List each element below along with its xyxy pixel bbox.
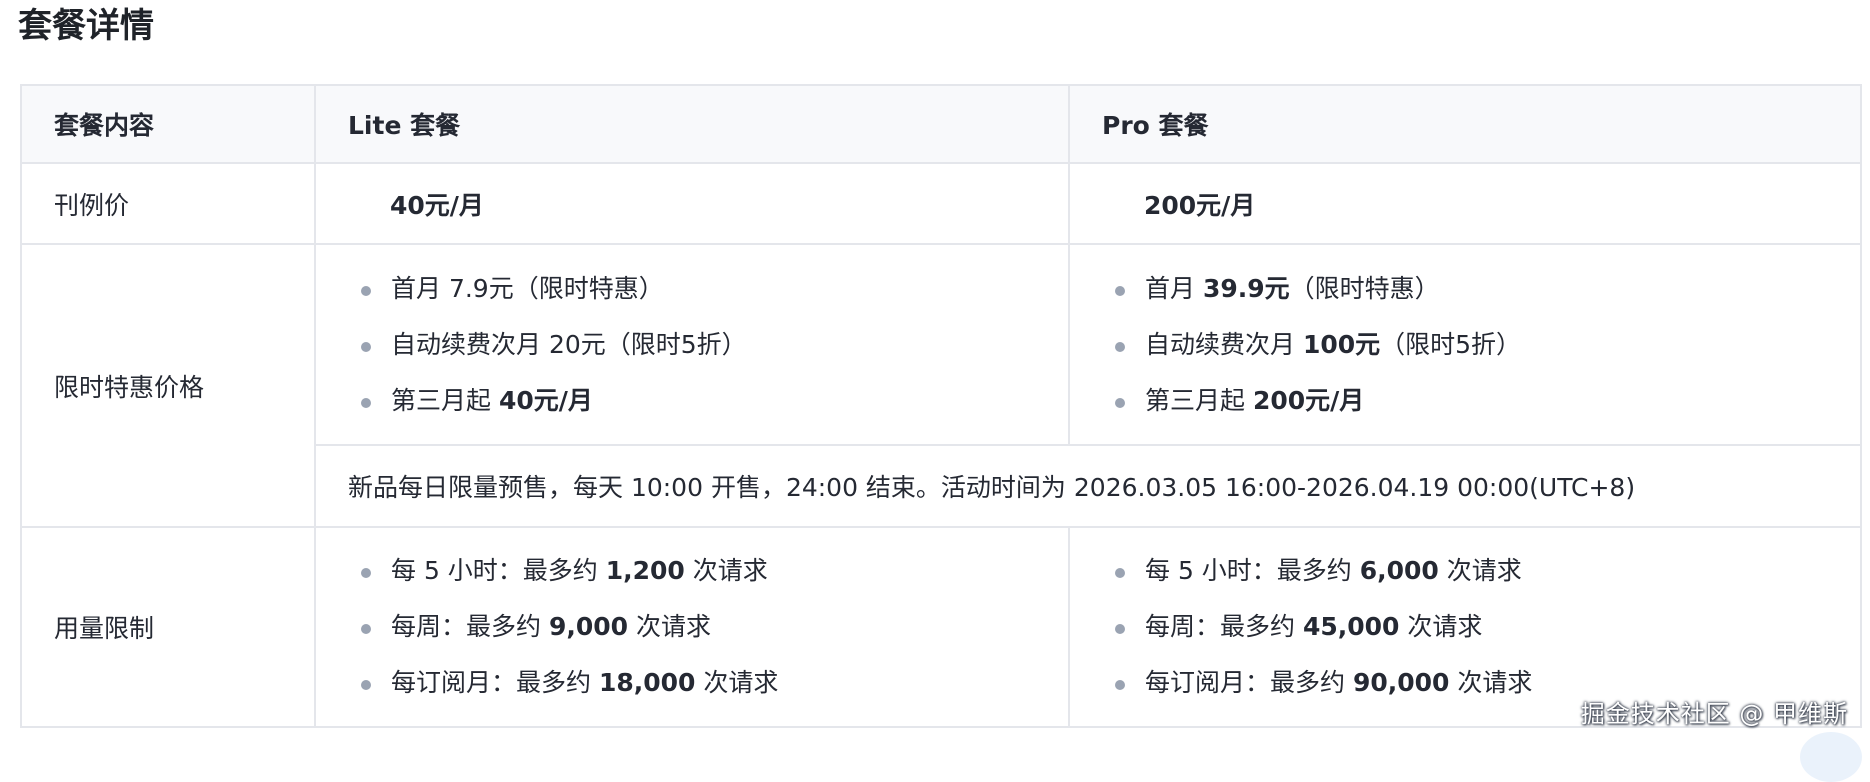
item-text: 每周：最多约	[1145, 612, 1303, 641]
header-plan-content: 套餐内容	[20, 84, 316, 164]
watermark: 掘金技术社区 @ 甲维斯	[1580, 700, 1848, 728]
item-text: 每订阅月：最多约	[1145, 668, 1353, 697]
pro-regular-price: 200元/月	[1068, 162, 1862, 245]
table-row-promo-price: 限时特惠价格 首月 7.9元（限时特惠） 自动续费次月 20元（限时5折） 第三月起…	[20, 243, 1862, 528]
item-highlight: 90,000	[1352, 668, 1450, 697]
lite-usage-cell: 每 5 小时：最多约 1,200 次请求 每周：最多约 9,000 次请求 每订阅月…	[314, 526, 1070, 728]
table-header-row: 套餐内容 Lite 套餐 Pro 套餐	[20, 84, 1862, 164]
item-text: 每订阅月：最多约	[391, 668, 599, 697]
item-text: 自动续费次月	[1145, 329, 1303, 359]
item-text: 每 5 小时：最多约	[391, 556, 606, 585]
item-highlight: 100元	[1302, 329, 1381, 359]
row-label-promo-price: 限时特惠价格	[20, 243, 316, 528]
list-item: 每周：最多约 45,000 次请求	[1115, 599, 1859, 655]
promo-note: 新品每日限量预售，每天 10:00 开售，24:00 结束。活动时间为 2026…	[314, 444, 1862, 528]
lite-regular-price: 40元/月	[314, 162, 1070, 245]
pro-promo-cell: 首月 39.9元（限时特惠） 自动续费次月 100元（限时5折） 第三月起 200元…	[1068, 243, 1862, 446]
item-text: 第三月起	[1145, 385, 1253, 415]
page-title: 套餐详情	[18, 6, 154, 46]
item-suffix: 次请求	[1399, 612, 1483, 641]
list-item: 第三月起 40元/月	[361, 373, 1067, 429]
item-highlight: 39.9元	[1202, 273, 1290, 303]
item-suffix: 次请求	[628, 612, 711, 641]
item-text: 自动续费次月 20元（限时5折）	[391, 329, 747, 359]
lite-usage-list: 每 5 小时：最多约 1,200 次请求 每周：最多约 9,000 次请求 每订阅月…	[317, 543, 1067, 711]
list-item: 首月 7.9元（限时特惠）	[361, 261, 1067, 317]
item-suffix: 次请求	[1449, 668, 1533, 697]
table-row-regular-price: 刊例价 40元/月 200元/月	[20, 162, 1862, 245]
item-highlight: 18,000	[598, 668, 696, 697]
item-highlight: 1,200	[605, 556, 685, 585]
lite-promo-list: 首月 7.9元（限时特惠） 自动续费次月 20元（限时5折） 第三月起 40元/月	[317, 261, 1067, 429]
item-text: 首月 7.9元（限时特惠）	[391, 273, 664, 303]
list-item: 自动续费次月 20元（限时5折）	[361, 317, 1067, 373]
item-text: 第三月起	[391, 385, 499, 415]
item-suffix: （限时5折）	[1380, 329, 1522, 359]
list-item: 首月 39.9元（限时特惠）	[1115, 261, 1859, 317]
row-label-usage-limit: 用量限制	[20, 526, 316, 728]
header-pro-plan: Pro 套餐	[1068, 84, 1862, 164]
pro-usage-list: 每 5 小时：最多约 6,000 次请求 每周：最多约 45,000 次请求 每订阅…	[1071, 543, 1859, 711]
item-text: 每周：最多约	[391, 612, 549, 641]
list-item: 自动续费次月 100元（限时5折）	[1115, 317, 1859, 373]
item-highlight: 9,000	[548, 612, 629, 641]
lite-promo-cell: 首月 7.9元（限时特惠） 自动续费次月 20元（限时5折） 第三月起 40元/月	[314, 243, 1070, 446]
list-item: 每周：最多约 9,000 次请求	[361, 599, 1067, 655]
item-highlight: 6,000	[1359, 556, 1439, 585]
item-text: 首月	[1145, 273, 1203, 303]
item-highlight: 40元/月	[498, 385, 593, 415]
corner-decoration	[1800, 732, 1862, 782]
item-text: 每 5 小时：最多约	[1145, 556, 1360, 585]
item-suffix: 次请求	[1438, 556, 1522, 585]
item-suffix: 次请求	[695, 668, 779, 697]
item-highlight: 45,000	[1302, 612, 1400, 641]
row-label-regular-price: 刊例价	[20, 162, 316, 245]
header-lite-plan: Lite 套餐	[314, 84, 1070, 164]
item-suffix: 次请求	[684, 556, 768, 585]
list-item: 第三月起 200元/月	[1115, 373, 1859, 429]
pro-promo-list: 首月 39.9元（限时特惠） 自动续费次月 100元（限时5折） 第三月起 200元…	[1071, 261, 1859, 429]
plan-comparison-table: 套餐内容 Lite 套餐 Pro 套餐 刊例价 40元/月 200元/月 限时特…	[20, 84, 1862, 728]
list-item: 每 5 小时：最多约 1,200 次请求	[361, 543, 1067, 599]
list-item: 每订阅月：最多约 18,000 次请求	[361, 655, 1067, 711]
item-highlight: 200元/月	[1252, 385, 1365, 415]
list-item: 每 5 小时：最多约 6,000 次请求	[1115, 543, 1859, 599]
item-suffix: （限时特惠）	[1289, 273, 1440, 303]
